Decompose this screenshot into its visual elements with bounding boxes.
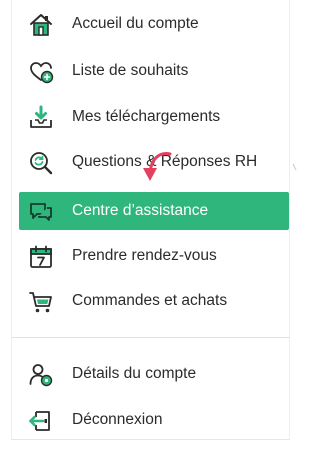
calendar-icon	[28, 244, 54, 270]
menu-item-label: Détails du compte	[72, 365, 197, 382]
menu-item-account-details[interactable]: Détails du compte	[19, 356, 289, 392]
menu-item-logout[interactable]: Déconnexion	[19, 402, 289, 438]
download-tray-icon	[28, 105, 54, 131]
scroll-indicator	[292, 163, 297, 171]
logout-icon	[28, 408, 54, 434]
menu-item-wishlist[interactable]: Liste de souhaits	[19, 53, 289, 89]
chat-bubbles-icon	[28, 199, 54, 225]
menu-item-label: Déconnexion	[72, 411, 163, 428]
menu-item-label: Liste de souhaits	[72, 62, 189, 79]
menu-item-account-home[interactable]: Accueil du compte	[19, 6, 289, 42]
menu-item-label: Mes téléchargements	[72, 108, 221, 125]
cart-icon	[28, 289, 54, 315]
menu-item-label: Centre d’assistance	[72, 202, 209, 219]
heart-add-icon	[28, 59, 54, 85]
menu-item-label: Commandes et achats	[72, 292, 228, 309]
magnifier-refresh-icon	[28, 150, 54, 176]
user-settings-icon	[28, 362, 54, 388]
menu-item-book-appointment[interactable]: Prendre rendez-vous	[19, 238, 289, 274]
home-icon	[28, 12, 54, 38]
menu-item-downloads[interactable]: Mes téléchargements	[19, 99, 289, 135]
menu-divider	[11, 337, 290, 338]
menu-item-orders[interactable]: Commandes et achats	[19, 283, 289, 319]
menu-item-label: Accueil du compte	[72, 15, 199, 32]
menu-item-label: Prendre rendez-vous	[72, 247, 217, 264]
menu-item-help-center[interactable]: Centre d’assistance	[19, 192, 289, 230]
curved-arrow-icon	[143, 152, 172, 181]
